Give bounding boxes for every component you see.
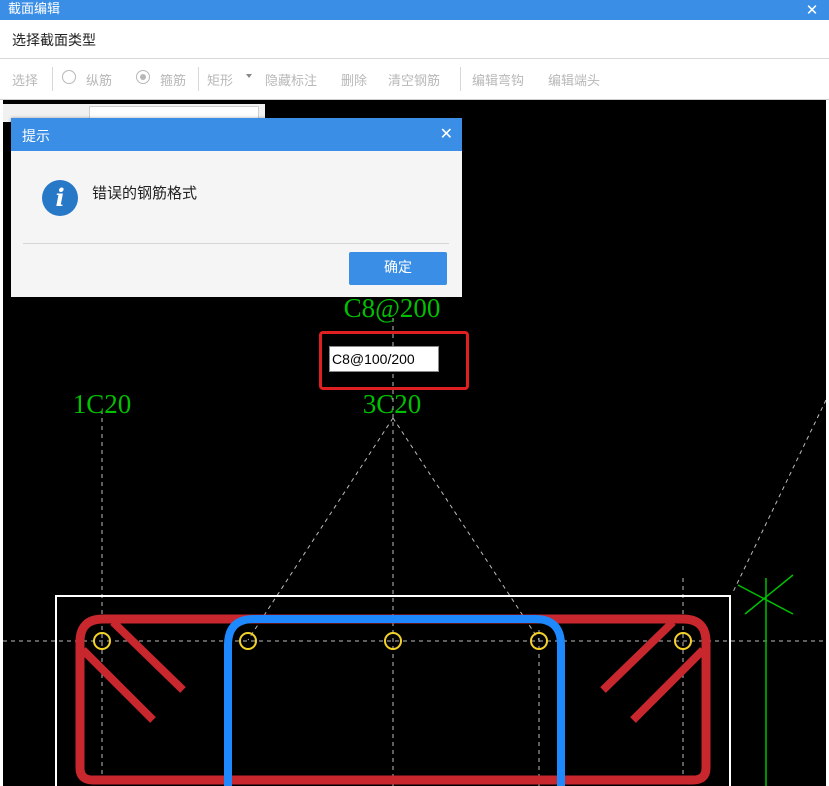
stirrup-hook — [80, 647, 156, 723]
longitudinal-label[interactable]: 纵筋 — [86, 70, 112, 89]
ok-button[interactable]: 确定 — [349, 252, 447, 285]
clear-rebar-button[interactable]: 清空钢筋 — [388, 70, 440, 89]
shape-dropdown[interactable]: 矩形 — [207, 70, 233, 89]
dialog-title-bar: 提示 ✕ — [11, 118, 462, 151]
leader-line — [247, 417, 394, 641]
stirrup-radio[interactable] — [136, 70, 150, 84]
longitudinal-radio[interactable] — [62, 70, 76, 84]
edit-hook-button[interactable]: 编辑弯钩 — [472, 70, 524, 89]
window-title: 截面编辑 — [8, 2, 61, 17]
toolbar-separator — [198, 67, 199, 91]
leader-line — [732, 399, 826, 593]
stirrup-hook — [110, 619, 186, 693]
section-type-row[interactable]: 选择截面类型 — [0, 20, 829, 59]
stirrup-hook — [600, 619, 676, 693]
window-close-icon[interactable]: ✕ — [803, 0, 821, 20]
toolbar-separator — [460, 67, 461, 91]
dimension-tick — [744, 574, 794, 615]
dialog-divider — [23, 243, 449, 244]
stirrup-spec-label[interactable]: C8@200 — [344, 293, 441, 323]
dialog-message: 错误的钢筋格式 — [92, 184, 198, 202]
outer-stirrup — [75, 614, 711, 785]
select-button[interactable]: 选择 — [12, 70, 38, 89]
toolbar: 选择 纵筋 箍筋 矩形 隐藏标注 删除 清空钢筋 编辑弯钩 编辑端头 — [0, 59, 829, 100]
toolbar-separator — [52, 67, 53, 91]
title-bar: 截面编辑 ✕ — [0, 0, 829, 20]
left-rebar-label[interactable]: 1C20 — [73, 389, 132, 419]
section-type-label[interactable]: 选择截面类型 — [12, 30, 96, 50]
dialog-title: 提示 — [22, 129, 50, 145]
chevron-down-icon[interactable] — [246, 74, 252, 78]
stirrup-label[interactable]: 箍筋 — [160, 70, 186, 89]
hide-labels-button[interactable]: 隐藏标注 — [265, 70, 317, 89]
info-icon: i — [42, 180, 78, 216]
edit-end-button[interactable]: 编辑端头 — [548, 70, 600, 89]
prompt-dialog: 提示 ✕ i 错误的钢筋格式 确定 — [11, 118, 462, 297]
dialog-close-icon[interactable]: ✕ — [440, 124, 453, 143]
top-rebar-label[interactable]: 3C20 — [363, 389, 422, 419]
delete-button[interactable]: 删除 — [341, 70, 367, 89]
stirrup-hook — [630, 647, 706, 723]
inner-stirrup — [224, 615, 565, 786]
rebar-spec-input[interactable]: C8@100/200 — [329, 346, 439, 372]
leader-line — [392, 417, 540, 641]
section-editor-window: 截面编辑 ✕ 选择截面类型 选择 纵筋 箍筋 矩形 隐藏标注 删除 清空钢筋 编… — [0, 0, 829, 786]
